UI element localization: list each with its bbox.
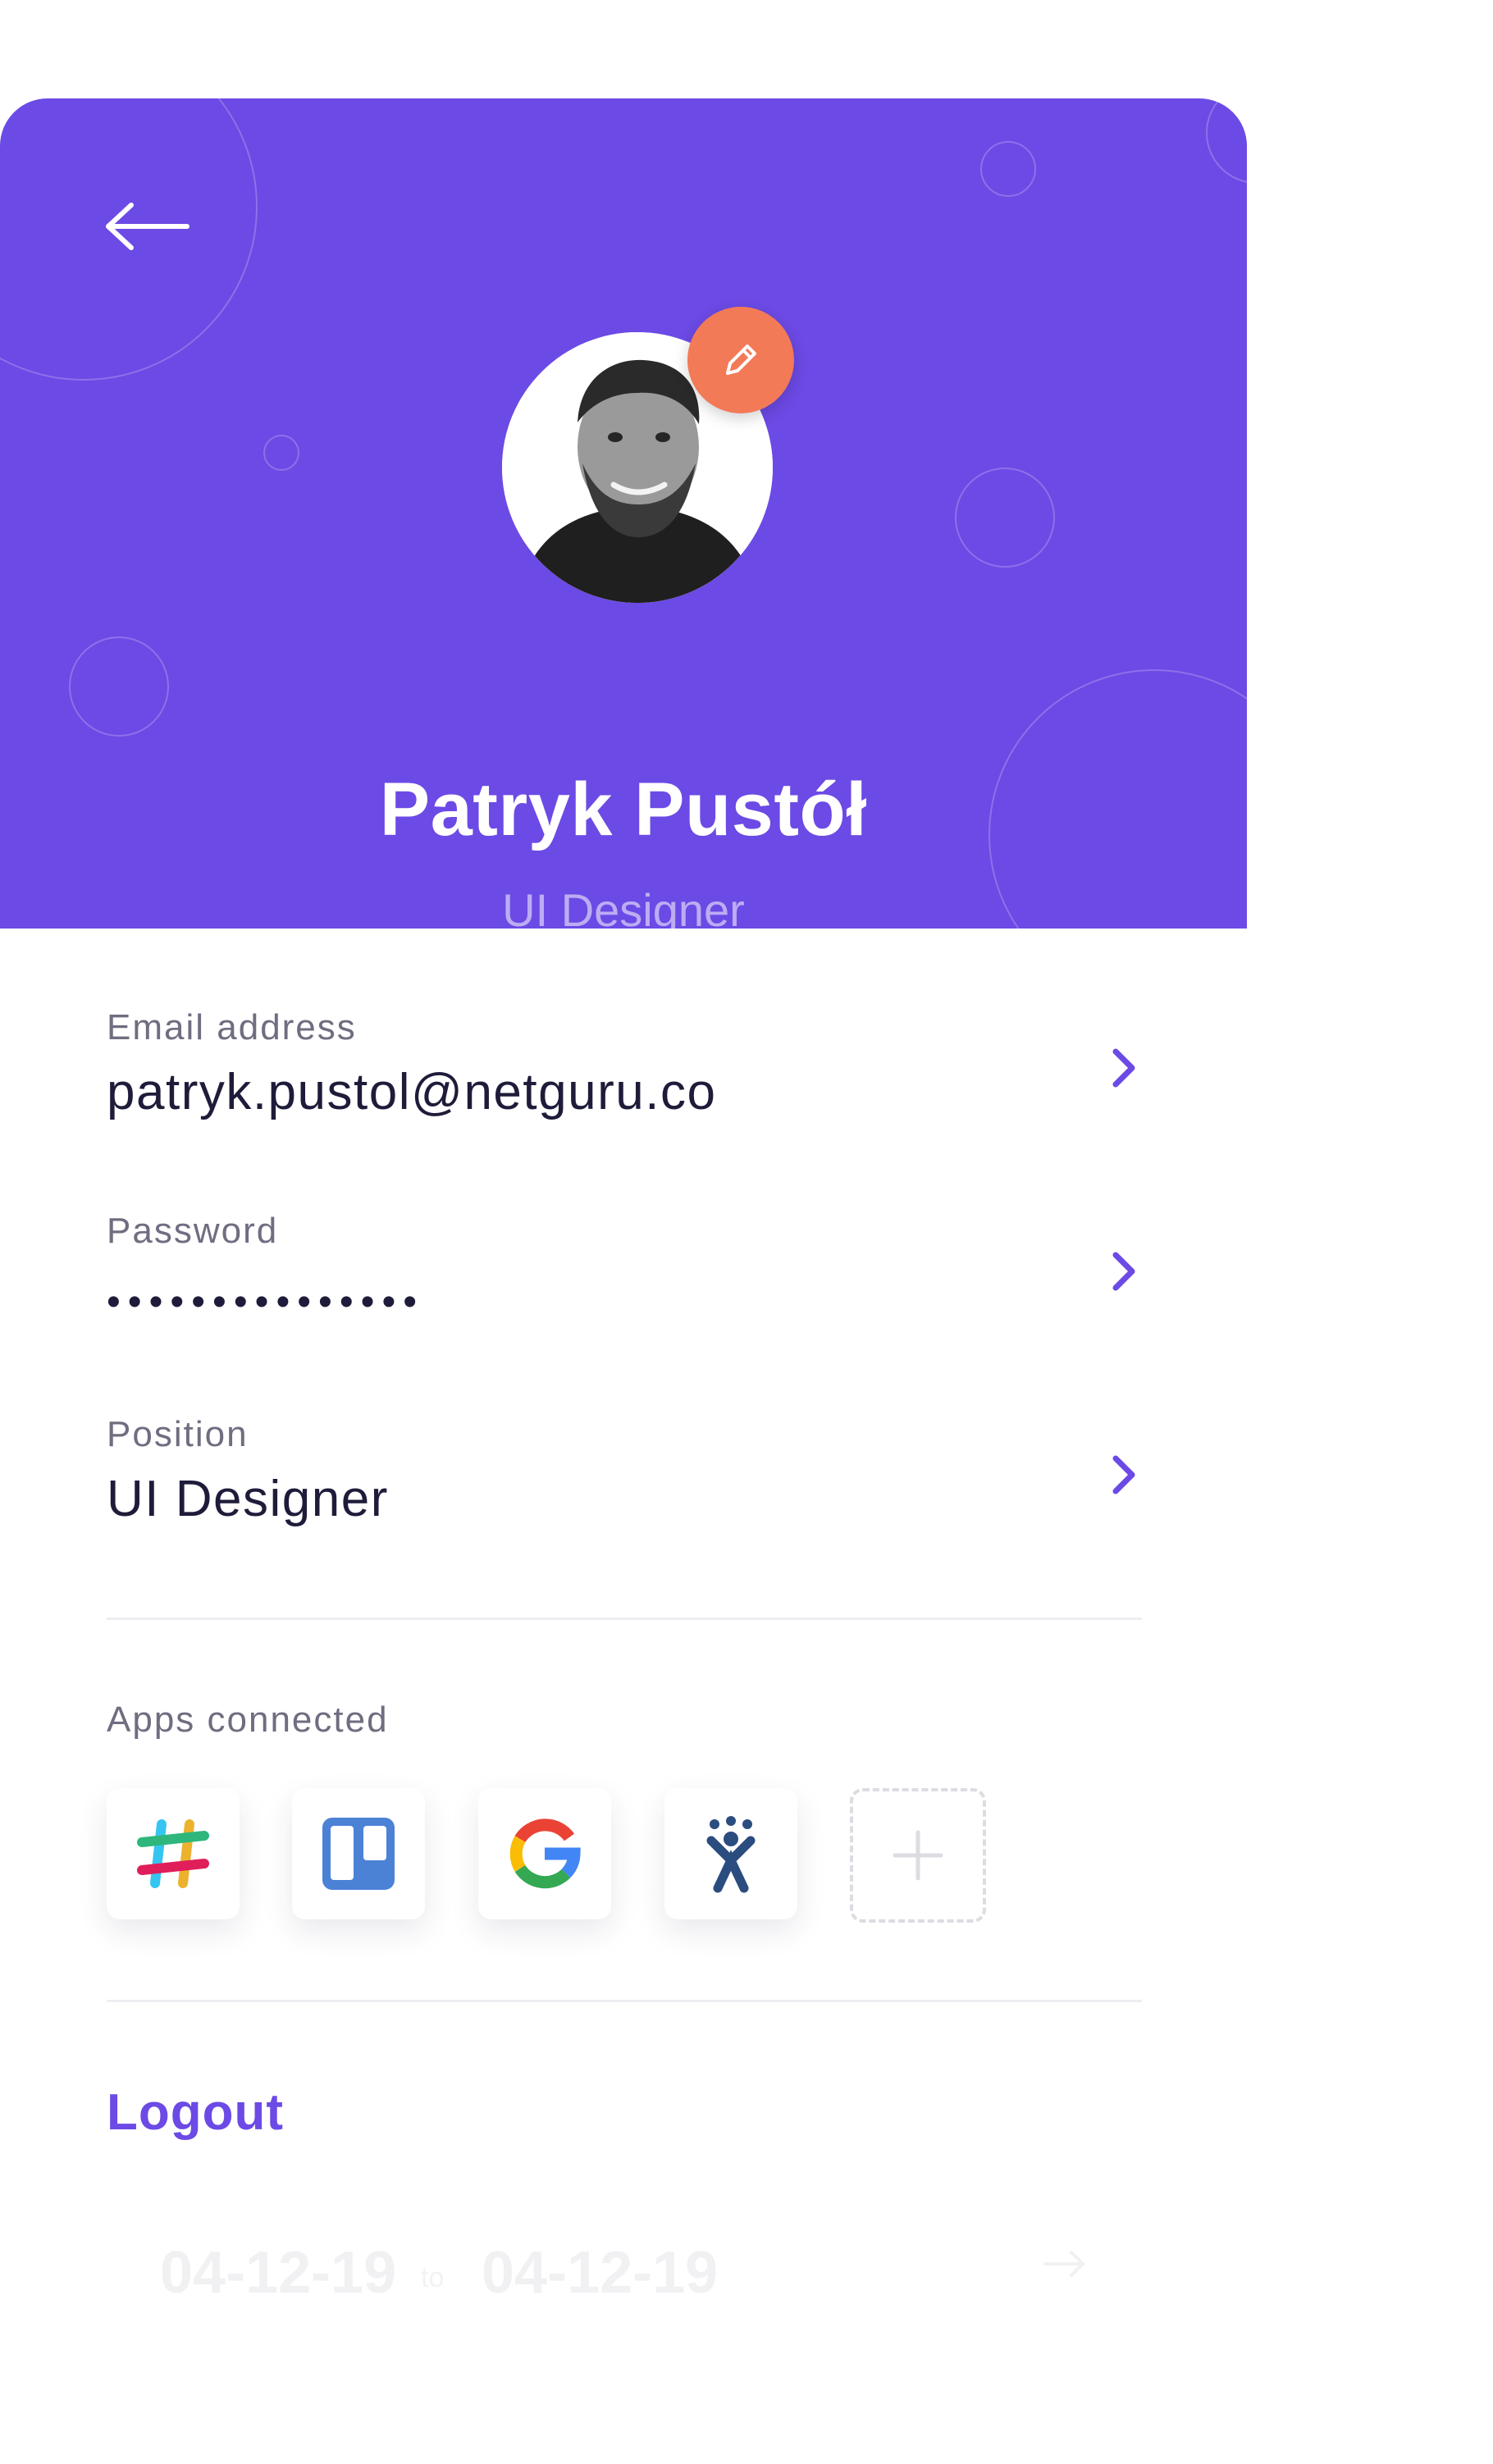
field-label: Password: [107, 1211, 279, 1251]
decor-circle: [1206, 98, 1247, 184]
slack-icon: [137, 1819, 209, 1888]
pencil-icon: [726, 345, 756, 375]
position-value: UI Designer: [107, 1471, 389, 1527]
arrow-right-icon: [1043, 2251, 1084, 2277]
apps-connected-label: Apps connected: [107, 1700, 389, 1740]
app-jira[interactable]: [664, 1788, 797, 1919]
jira-icon: [706, 1816, 756, 1893]
back-button[interactable]: [82, 180, 197, 262]
email-field[interactable]: Email address patryk.pustol@netguru.co: [107, 1007, 1148, 1171]
edit-avatar-button[interactable]: [687, 307, 794, 413]
decor-circle: [69, 637, 169, 737]
google-icon: [509, 1818, 581, 1889]
chevron-right-icon: [1112, 1252, 1135, 1291]
chevron-right-icon: [1112, 1048, 1135, 1088]
date-to: 04-12-19: [482, 2240, 719, 2306]
add-app-button[interactable]: [850, 1788, 986, 1923]
field-label: Position: [107, 1414, 249, 1454]
email-value: patryk.pustol@netguru.co: [107, 1064, 717, 1120]
app-slack[interactable]: [107, 1788, 240, 1919]
trello-icon: [322, 1818, 395, 1890]
app-trello[interactable]: [292, 1788, 425, 1919]
divider: [107, 1618, 1142, 1620]
field-label: Email address: [107, 1007, 357, 1047]
date-from: 04-12-19: [160, 2240, 397, 2306]
app-google[interactable]: [478, 1788, 611, 1919]
logout-link[interactable]: Logout: [107, 2083, 284, 2142]
date-to-word: to: [421, 2262, 445, 2293]
decor-circle: [955, 468, 1055, 568]
position-field[interactable]: Position UI Designer: [107, 1414, 1148, 1578]
password-field[interactable]: Password •••••••••••••••: [107, 1211, 1148, 1375]
profile-card: Patryk Pustół UI Designer Email address …: [0, 0, 1247, 2464]
profile-role: UI Designer: [502, 884, 745, 929]
plus-icon: [893, 1830, 943, 1881]
arrow-left-icon: [106, 203, 189, 250]
divider: [107, 2000, 1142, 2002]
decor-circle: [980, 141, 1036, 197]
decor-circle: [263, 435, 299, 471]
profile-header: Patryk Pustół UI Designer: [0, 98, 1247, 929]
chevron-right-icon: [1112, 1455, 1135, 1494]
password-value: •••••••••••••••: [107, 1280, 425, 1324]
date-range-row: 04-12-19 to 04-12-19: [160, 2239, 1103, 2313]
profile-name: Patryk Pustół: [379, 768, 868, 851]
